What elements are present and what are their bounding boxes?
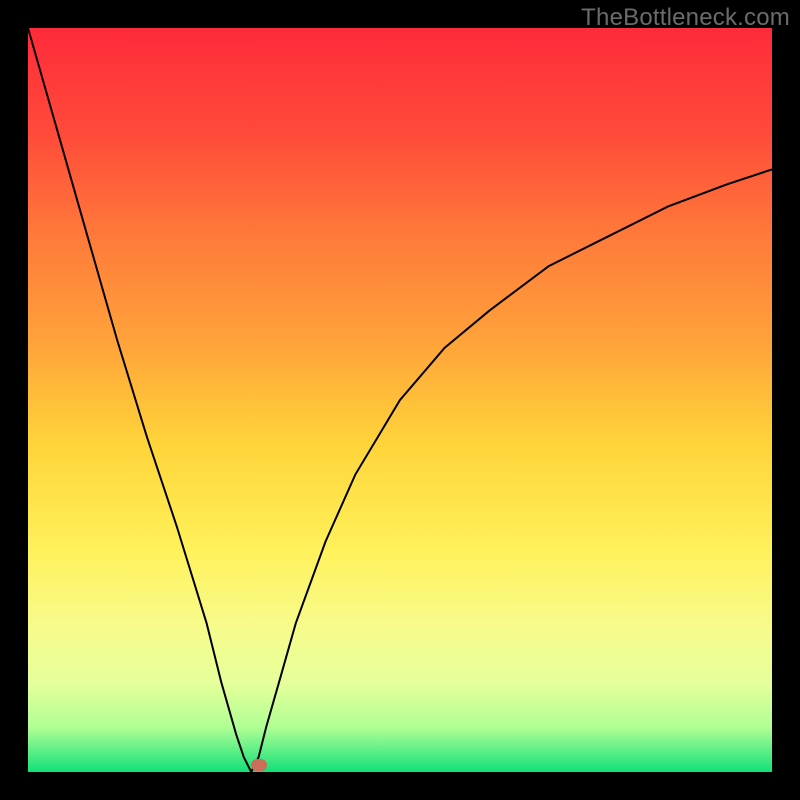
plot-svg	[28, 28, 772, 772]
watermark-text: TheBottleneck.com	[581, 4, 790, 32]
plot-area	[28, 28, 772, 772]
chart-frame: TheBottleneck.com	[0, 0, 800, 800]
